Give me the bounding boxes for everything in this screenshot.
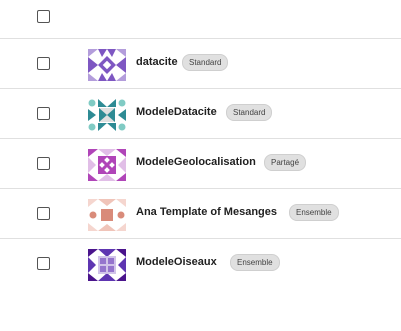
status-badge: Standard <box>226 104 273 121</box>
row-checkbox[interactable] <box>37 157 50 170</box>
template-name[interactable]: datacite <box>136 56 178 68</box>
status-badge: Ensemble <box>289 204 339 221</box>
row-checkbox[interactable] <box>37 257 50 270</box>
list-item[interactable]: datacite Standard <box>0 39 401 89</box>
list-item[interactable]: ModeleGeolocalisation Partagé <box>0 139 401 189</box>
identicon-avatar-icon[interactable] <box>88 199 126 231</box>
status-badge: Partagé <box>264 154 307 171</box>
template-name[interactable]: ModeleDatacite <box>136 106 217 118</box>
identicon-avatar-icon[interactable] <box>88 49 126 81</box>
status-badge: Standard <box>182 54 229 71</box>
select-all-checkbox[interactable] <box>37 10 50 23</box>
row-checkbox[interactable] <box>37 107 50 120</box>
identicon-avatar-icon[interactable] <box>88 249 126 281</box>
identicon-avatar-icon[interactable] <box>88 149 126 181</box>
list-item[interactable]: Ana Template of Mesanges Ensemble <box>0 189 401 239</box>
template-name[interactable]: ModeleGeolocalisation <box>136 156 256 168</box>
list-item[interactable]: ModeleOiseaux Ensemble <box>0 239 401 288</box>
status-badge: Ensemble <box>230 254 280 271</box>
identicon-avatar-icon[interactable] <box>88 99 126 131</box>
list-item[interactable]: ModeleDatacite Standard <box>0 89 401 139</box>
row-checkbox[interactable] <box>37 57 50 70</box>
list-header-row <box>0 0 401 39</box>
template-name[interactable]: ModeleOiseaux <box>136 256 217 268</box>
row-checkbox[interactable] <box>37 207 50 220</box>
template-name[interactable]: Ana Template of Mesanges <box>136 206 277 218</box>
